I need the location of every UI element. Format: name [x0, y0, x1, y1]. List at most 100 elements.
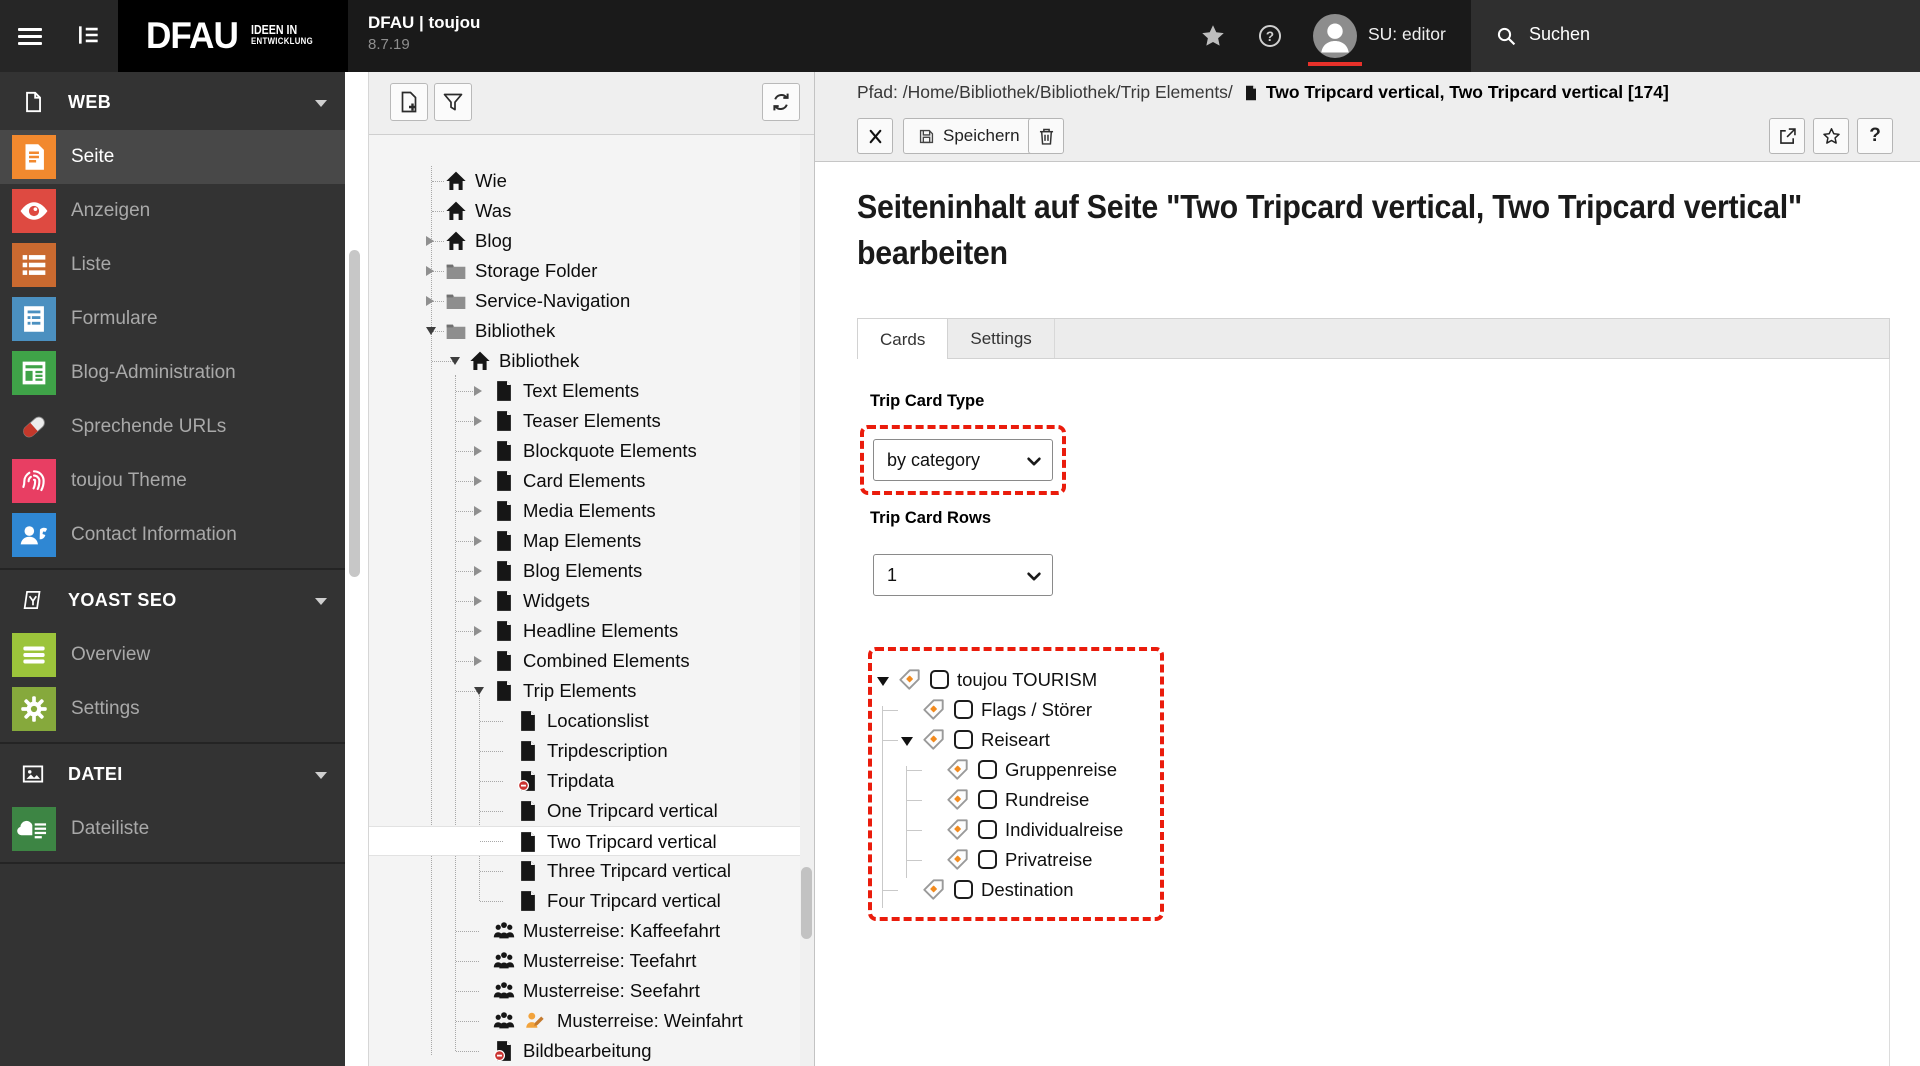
filter-button[interactable] [434, 83, 472, 121]
bookmark-button[interactable] [1813, 118, 1849, 154]
expand-caret-icon[interactable] [426, 296, 434, 306]
expand-caret-icon[interactable] [474, 596, 482, 606]
bookmark-toolbar-button[interactable] [1199, 22, 1227, 50]
expand-caret-icon[interactable] [474, 566, 482, 576]
expand-caret-icon[interactable] [474, 386, 482, 396]
tree-item-locationslist[interactable]: Locationslist [369, 706, 814, 736]
new-page-button[interactable] [390, 83, 428, 121]
expand-caret-icon[interactable] [474, 656, 482, 666]
category-checkbox[interactable] [978, 760, 997, 779]
collapse-caret-icon[interactable] [877, 677, 889, 686]
expand-caret-icon[interactable] [474, 416, 482, 426]
expand-caret-icon[interactable] [474, 536, 482, 546]
tree-item-blog-elements[interactable]: Blog Elements [369, 556, 814, 586]
tree-item-three-tripcard-vertical[interactable]: Three Tripcard vertical [369, 856, 814, 886]
expand-caret-icon[interactable] [474, 476, 482, 486]
tree-item-tripdescription[interactable]: Tripdescription [369, 736, 814, 766]
tree-item-map-elements[interactable]: Map Elements [369, 526, 814, 556]
sidebar-item-dateiliste[interactable]: Dateiliste [0, 802, 345, 856]
tree-item-blockquote-elements[interactable]: Blockquote Elements [369, 436, 814, 466]
sidebar-item-label: Overview [71, 644, 151, 665]
sidebar-group-header-web[interactable]: WEB [0, 74, 345, 130]
sidebar-group-header-datei[interactable]: DATEI [0, 746, 345, 802]
category-checkbox[interactable] [930, 670, 949, 689]
tab-settings[interactable]: Settings [948, 319, 1055, 358]
sidebar-item-settings[interactable]: Settings [0, 682, 345, 736]
tree-item-headline-elements[interactable]: Headline Elements [369, 616, 814, 646]
tree-item-musterreise-seefahrt[interactable]: Musterreise: Seefahrt [369, 976, 814, 1006]
help-toolbar-button[interactable]: ? [1256, 22, 1284, 50]
tree-item-bibliothek[interactable]: Bibliothek [369, 346, 814, 376]
category-checkbox[interactable] [978, 850, 997, 869]
category-checkbox[interactable] [954, 730, 973, 749]
tree-item-widgets[interactable]: Widgets [369, 586, 814, 616]
user-label[interactable]: SU: editor [1368, 24, 1446, 45]
sidebar-item-formulare[interactable]: Formulare [0, 292, 345, 346]
collapse-caret-icon[interactable] [450, 357, 460, 365]
open-in-new-window-button[interactable] [1769, 118, 1805, 154]
tree-item-bibliothek[interactable]: Bibliothek [369, 316, 814, 346]
tree-item-tripdata[interactable]: Tripdata [369, 766, 814, 796]
page-tree-scrollbar[interactable] [801, 867, 812, 939]
collapse-caret-icon[interactable] [426, 327, 436, 335]
close-button[interactable] [857, 118, 893, 154]
user-avatar[interactable] [1313, 14, 1357, 58]
expand-caret-icon[interactable] [474, 446, 482, 456]
module-menu-toggle-button[interactable] [0, 0, 59, 72]
tree-connector [480, 781, 503, 782]
refresh-button[interactable] [762, 83, 800, 121]
tree-item-label: Map Elements [523, 530, 642, 551]
tree-item-trip-elements[interactable]: Trip Elements [369, 676, 814, 706]
sidebar-group-header-yoast-seo[interactable]: YOAST SEO [0, 572, 345, 628]
tree-item-musterreise-teefahrt[interactable]: Musterreise: Teefahrt [369, 946, 814, 976]
tree-item-two-tripcard-vertical[interactable]: Two Tripcard vertical [369, 826, 814, 856]
sidebar-item-overview[interactable]: Overview [0, 628, 345, 682]
pagetree-toggle-button[interactable] [59, 0, 118, 72]
collapse-caret-icon[interactable] [901, 737, 913, 746]
sidebar-item-seite[interactable]: Seite [0, 130, 345, 184]
tree-item-text-elements[interactable]: Text Elements [369, 376, 814, 406]
tree-item-musterreise-kaffeefahrt[interactable]: Musterreise: Kaffeefahrt [369, 916, 814, 946]
category-checkbox[interactable] [978, 790, 997, 809]
tree-connector [456, 1051, 479, 1052]
category-checkbox[interactable] [978, 820, 997, 839]
collapse-caret-icon[interactable] [474, 687, 484, 695]
people-icon [493, 920, 515, 942]
sidebar-item-sprechende-urls[interactable]: Sprechende URLs [0, 400, 345, 454]
tree-item-blog[interactable]: Blog [369, 226, 814, 256]
tree-item-storage-folder[interactable]: Storage Folder [369, 256, 814, 286]
tree-item-service-navigation[interactable]: Service-Navigation [369, 286, 814, 316]
delete-button[interactable] [1028, 118, 1064, 154]
category-checkbox[interactable] [954, 700, 973, 719]
context-help-button[interactable]: ? [1857, 118, 1893, 154]
tree-item-label: Media Elements [523, 500, 656, 521]
category-checkbox[interactable] [954, 880, 973, 899]
tree-item-teaser-elements[interactable]: Teaser Elements [369, 406, 814, 436]
tree-item-was[interactable]: Was [369, 196, 814, 226]
trip-card-rows-select[interactable]: 1 [873, 554, 1053, 596]
tree-item-label: Card Elements [523, 470, 646, 491]
trip-card-type-select[interactable]: by category [873, 439, 1053, 481]
tree-item-combined-elements[interactable]: Combined Elements [369, 646, 814, 676]
page-icon [493, 590, 515, 612]
expand-caret-icon[interactable] [426, 266, 434, 276]
tree-item-four-tripcard-vertical[interactable]: Four Tripcard vertical [369, 886, 814, 916]
sidebar-item-contact-information[interactable]: Contact Information [0, 508, 345, 562]
sidebar-item-liste[interactable]: Liste [0, 238, 345, 292]
sidebar-item-anzeigen[interactable]: Anzeigen [0, 184, 345, 238]
tree-item-bildbearbeitung[interactable]: Bildbearbeitung [369, 1036, 814, 1066]
tree-item-musterreise-weinfahrt[interactable]: Musterreise: Weinfahrt [369, 1006, 814, 1036]
sidebar-item-toujou-theme[interactable]: toujou Theme [0, 454, 345, 508]
module-menu-scrollbar[interactable] [349, 250, 360, 577]
tree-item-card-elements[interactable]: Card Elements [369, 466, 814, 496]
tree-item-one-tripcard-vertical[interactable]: One Tripcard vertical [369, 796, 814, 826]
save-button[interactable]: Speichern [903, 118, 1033, 154]
tab-cards[interactable]: Cards [857, 318, 949, 359]
expand-caret-icon[interactable] [474, 626, 482, 636]
sidebar-item-blog-administration[interactable]: Blog-Administration [0, 346, 345, 400]
expand-caret-icon[interactable] [426, 236, 434, 246]
search-box[interactable]: Suchen [1471, 0, 1920, 72]
tree-item-wie[interactable]: Wie [369, 166, 814, 196]
tree-item-media-elements[interactable]: Media Elements [369, 496, 814, 526]
expand-caret-icon[interactable] [474, 506, 482, 516]
